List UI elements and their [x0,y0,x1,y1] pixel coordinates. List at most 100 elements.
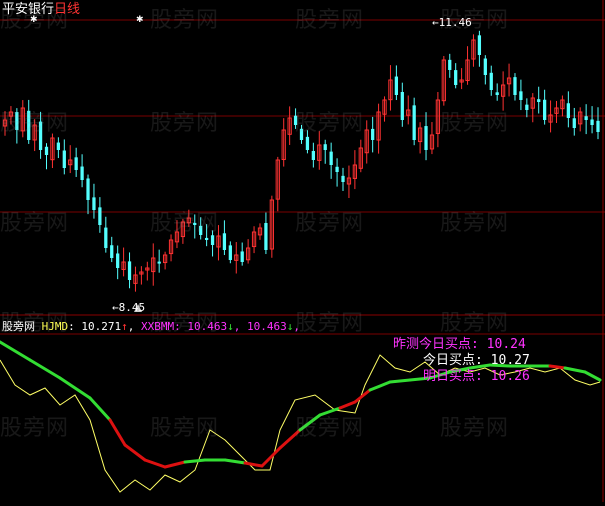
candle-body [228,245,232,260]
candle-body [104,227,108,248]
indicator-thick-segment [0,340,32,362]
candle-body [513,77,517,95]
candle-body [264,223,268,250]
star-marker-left: ✱ [30,15,38,25]
yesterday-label: 昨测今日买点 [393,337,472,352]
candle-body [495,92,499,95]
candle-body [62,150,66,168]
indicator-thick-segment [143,458,167,469]
watermark-text: 股旁网 [440,311,510,336]
candle-body [56,142,61,150]
candle-body [394,76,399,95]
candle-body [74,157,78,170]
watermark-text: 股旁网 [150,416,220,441]
high-price-label: ←11.46 [432,16,472,29]
watermark-text: 股旁网 [150,111,220,136]
indicator-thick-segment [583,370,602,382]
candle-body [477,35,482,55]
candle-body [80,166,84,180]
candle-body [537,99,541,102]
candle-body [424,126,428,150]
indicator-thick-segment [388,378,412,384]
xxbmm-arrow: ↓ [227,320,234,333]
candle-body [566,103,570,118]
tomorrow-label: 明日买点 [423,369,476,384]
indicator-thick-segment [123,443,147,462]
today-value: 10.27 [490,353,530,368]
candle-body [311,151,315,160]
high-price-value: 11.46 [438,16,472,29]
tomorrow-buy-point: 明日买点: 10.26 [423,369,530,384]
tomorrow-value: 10.26 [490,369,530,384]
candle-body [110,245,114,258]
candle-body [92,197,96,210]
indicator-thick-segment [183,458,207,464]
candle-body [596,120,600,132]
candle-body [590,119,594,125]
watermark-text: 股旁网 [295,8,365,33]
candle-body [584,116,588,120]
candle-body [341,175,345,182]
stock-title: 平安银行日线 [2,3,80,16]
candle-body [323,144,327,150]
indicator-thick-segment [223,458,247,465]
watermark-text: 股旁网 [440,416,510,441]
candle-body [519,91,523,100]
watermark-text: 股旁网 [440,111,510,136]
indicator-thick-segment [548,364,567,370]
candle-body [400,92,404,120]
watermark-text: 股旁网 [295,416,365,441]
indicator-thick-segment [108,418,127,447]
low-price-label: ←8.45 [112,301,146,314]
candle-body [222,233,227,250]
candle-body [157,261,161,264]
indicator-panel-name: 股旁网 [2,320,35,333]
candle-body [240,251,244,262]
indicator-thick-segment [88,396,112,422]
candle-body [329,151,333,165]
indicator-thick-segment [563,366,587,374]
candle-body [127,261,132,280]
candle-body [525,104,529,110]
chart-window[interactable]: 股旁网 股旁网 股旁网 股旁网 股旁网 股旁网 股旁网 股旁网 股旁网 股旁网 股旁网 股旁网 股旁网股… [0,0,605,502]
candle-body [412,105,416,140]
indicator-thick-segment [163,460,187,469]
watermark-text: 股旁网 [0,416,70,441]
candle-body [305,136,310,150]
watermark-text: 股旁网 [150,8,220,33]
watermark-text: 股旁网 [295,211,365,236]
candle-body [98,207,102,225]
candle-body [489,72,493,90]
candle-body [204,237,209,240]
watermark-text: 股旁网 [150,211,220,236]
hjmd-arrow: ↑ [121,320,128,333]
stock-name: 平安银行 [2,2,55,17]
candle-body [454,70,458,85]
candle-body [86,178,90,200]
watermark-text: 股旁网 [440,211,510,236]
indicator-thick-segment [243,461,264,468]
hjmd-value: 10.271 [81,320,122,333]
candle-body [572,118,576,128]
watermark-text: 股旁网 [0,211,70,236]
watermark-text: 股旁网 [295,111,365,136]
today-buy-point: 今日买点: 10.27 [423,353,530,368]
candle-body [371,128,375,140]
today-label: 今日买点 [423,353,476,368]
indicator-thick-segment [260,446,282,468]
yesterday-value: 10.24 [486,337,526,352]
indicator-thick-segment [338,400,357,410]
watermark-text: 股旁网 [295,311,365,336]
yesterday-buy-point: 昨测今日买点: 10.24 [393,337,526,352]
candle-body [335,166,339,172]
xxbmm-name: XXBMM [141,320,175,333]
indicator-header: 股旁网 HJMD: 10.271↑, XXBMM: 10.463↓, 10.46… [2,320,300,333]
field3-value: 10.463 [247,320,287,333]
indicator-thick-segment [368,380,392,392]
candle-body [44,146,49,155]
candle-body [483,58,487,75]
watermark-text: 股旁网 [0,111,70,136]
low-price-value: 8.45 [118,301,146,314]
candle-body [116,253,120,268]
period-label: 日线 [54,2,81,17]
